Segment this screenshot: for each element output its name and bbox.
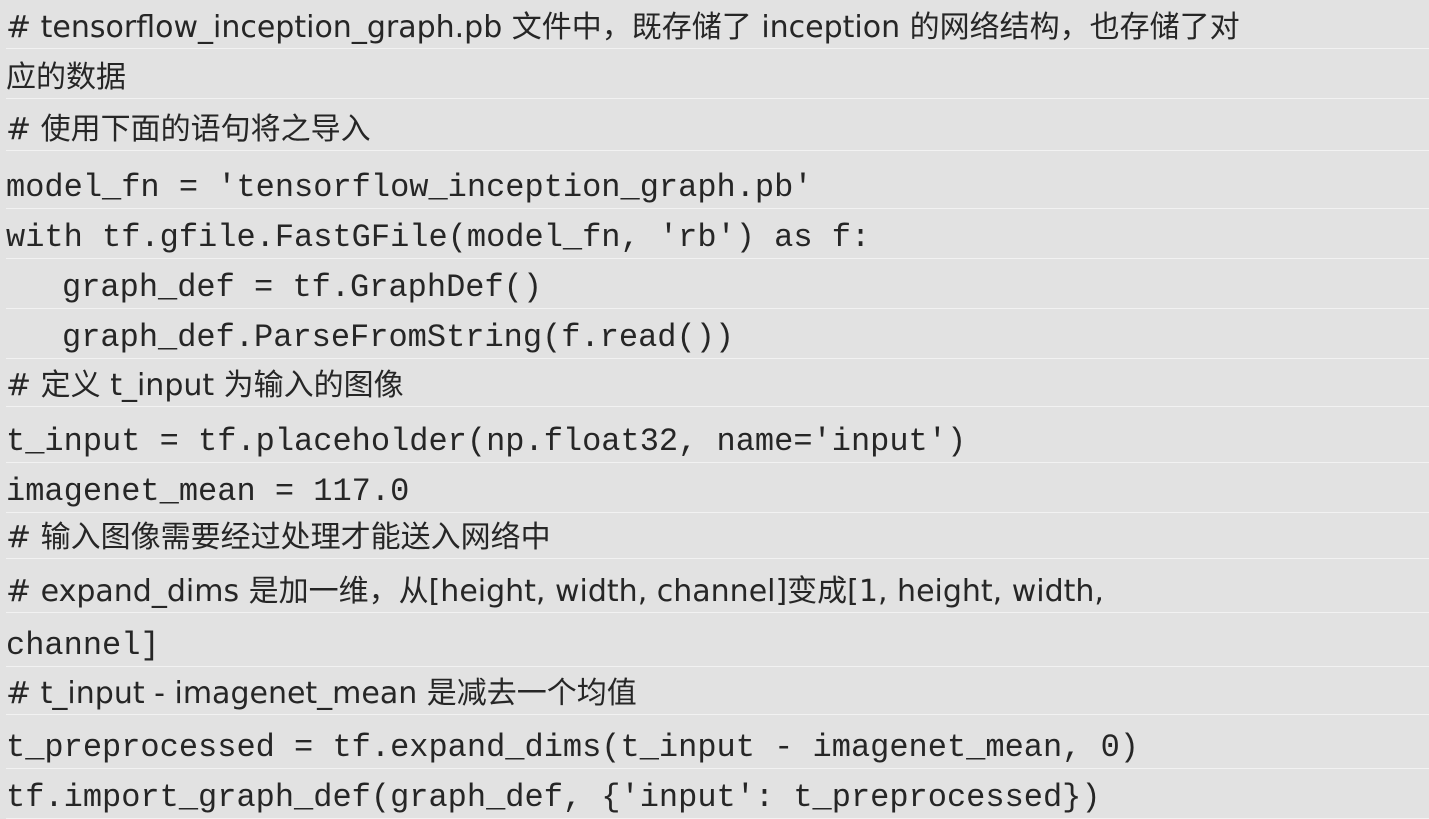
code-line-comment: # expand_dims 是加一维，从[height, width, chan… [6, 572, 1429, 613]
code-line: tf.import_graph_def(graph_def, {'input':… [6, 778, 1429, 819]
code-line: graph_def = tf.GraphDef() [6, 268, 1429, 309]
code-line-comment: # 使用下面的语句将之导入 [6, 110, 1429, 151]
code-line-comment: 应的数据 [6, 58, 1429, 99]
code-line: channel] [6, 626, 1429, 667]
code-line-comment: # tensorflow_inception_graph.pb 文件中，既存储了… [6, 8, 1429, 49]
code-line: graph_def.ParseFromString(f.read()) [6, 318, 1429, 359]
code-line-comment: # 输入图像需要经过处理才能送入网络中 [6, 518, 1429, 559]
code-block: # tensorflow_inception_graph.pb 文件中，既存储了… [0, 0, 1429, 819]
code-line: with tf.gfile.FastGFile(model_fn, 'rb') … [6, 218, 1429, 259]
code-line-comment: # t_input - imagenet_mean 是减去一个均值 [6, 674, 1429, 715]
code-line: t_input = tf.placeholder(np.float32, nam… [6, 422, 1429, 463]
code-line: t_preprocessed = tf.expand_dims(t_input … [6, 728, 1429, 769]
code-line: imagenet_mean = 117.0 [6, 472, 1429, 513]
code-line-comment: # 定义 t_input 为输入的图像 [6, 366, 1429, 407]
code-line: model_fn = 'tensorflow_inception_graph.p… [6, 168, 1429, 209]
